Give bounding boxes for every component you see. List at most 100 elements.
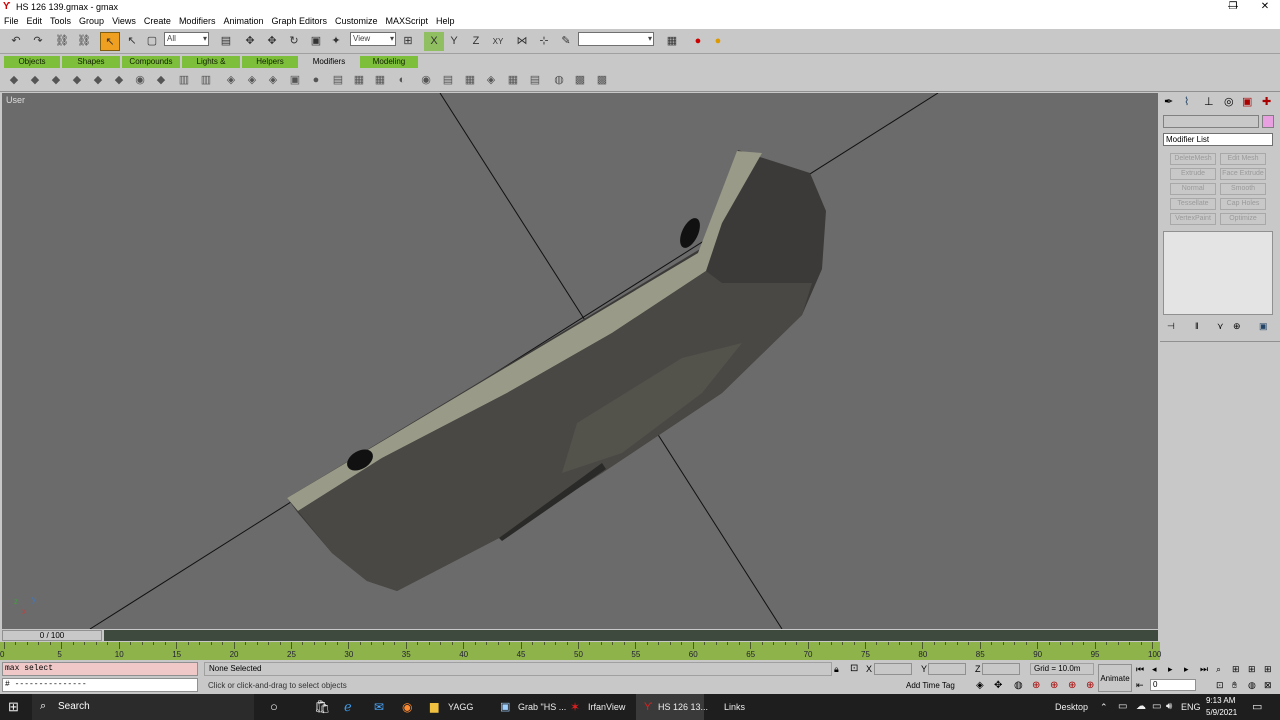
menu-create[interactable]: Create xyxy=(140,14,175,26)
restore-button[interactable]: ❐ xyxy=(1218,0,1248,14)
push-icon[interactable]: ◉ xyxy=(132,72,148,88)
material-mod-icon[interactable]: ▤ xyxy=(527,72,543,88)
menu-views[interactable]: Views xyxy=(108,14,140,26)
material-editor-icon[interactable]: ▦ xyxy=(662,32,682,51)
zoom-all-icon[interactable]: ⊕ xyxy=(1068,680,1076,691)
viewport-user[interactable]: User y x z xyxy=(2,93,1158,629)
zoom-icon[interactable]: ⌕ xyxy=(1216,664,1221,675)
tab-shapes[interactable]: Shapes xyxy=(62,56,120,68)
utilities-tab-icon[interactable]: ✚ xyxy=(1262,95,1271,108)
checker-icon[interactable]: ▩ xyxy=(572,72,588,88)
tab-modifiers[interactable]: Modifiers xyxy=(300,56,358,68)
make-unique-icon[interactable]: ⋎ xyxy=(1217,321,1224,332)
grab-app-icon[interactable]: ▣ xyxy=(500,694,510,720)
model-shoe-mesh[interactable] xyxy=(287,150,826,591)
manipulate-icon[interactable]: ✦ xyxy=(326,32,346,51)
menu-customize[interactable]: Customize xyxy=(331,14,382,26)
configure-sets-icon[interactable]: ▣ xyxy=(1259,321,1268,332)
menu-file[interactable]: File xyxy=(0,14,23,26)
menu-graph-editors[interactable]: Graph Editors xyxy=(267,14,331,26)
next-frame-icon[interactable]: ▸ xyxy=(1184,664,1189,675)
menu-maxscript[interactable]: MAXScript xyxy=(382,14,433,26)
object-color-swatch[interactable] xyxy=(1262,115,1274,128)
mail-icon[interactable]: ✉ xyxy=(374,694,384,720)
deletemesh-button[interactable]: DeleteMesh xyxy=(1170,153,1216,165)
restrict-x-icon[interactable]: X xyxy=(424,32,444,51)
taskbar-app-gmax[interactable]: HS 126 13... xyxy=(658,694,708,720)
poly-select-icon[interactable]: ◈ xyxy=(483,72,499,88)
select-move-icon[interactable]: ✥ xyxy=(240,32,260,51)
tab-modeling[interactable]: Modeling xyxy=(360,56,418,68)
firefox-icon[interactable]: ◉ xyxy=(402,694,412,720)
named-selection-dropdown[interactable] xyxy=(578,32,654,46)
tab-compounds[interactable]: Compounds xyxy=(122,56,180,68)
align-icon[interactable]: ⊹ xyxy=(534,32,554,51)
zoom-extents-selected-icon[interactable]: ⊞ xyxy=(1264,664,1272,675)
select-move-alt-icon[interactable]: ✥ xyxy=(262,32,282,51)
menu-modifiers[interactable]: Modifiers xyxy=(175,14,220,26)
taskbar-app-irfanview[interactable]: IrfanView xyxy=(588,694,625,720)
x-coord-field[interactable] xyxy=(874,663,912,675)
twist-icon[interactable]: ◆ xyxy=(48,72,64,88)
select-by-name-icon[interactable]: ↖ xyxy=(122,32,142,51)
tab-objects[interactable]: Objects xyxy=(4,56,60,68)
arc-rotate-icon[interactable]: ◍ xyxy=(1014,680,1023,691)
face-extrude-button[interactable]: Face Extrude xyxy=(1220,168,1266,180)
add-time-tag-button[interactable]: Add Time Tag xyxy=(906,681,955,690)
tab-lights-cameras[interactable]: Lights & Cameras xyxy=(182,56,240,78)
edge-icon[interactable]: ℯ xyxy=(344,694,352,720)
modifier-list-dropdown[interactable]: Modifier List xyxy=(1163,133,1273,146)
maxscript-listener-input[interactable]: # --------------- xyxy=(2,678,198,692)
lock-selection-icon[interactable]: 🔒︎ xyxy=(834,664,839,675)
key-mode-icon[interactable]: ◈ xyxy=(976,680,984,691)
select-by-name-list-icon[interactable]: ▤ xyxy=(216,32,236,51)
start-icon[interactable]: ⊞ xyxy=(8,694,19,720)
gmax-app-icon[interactable]: Ƴ xyxy=(644,694,653,720)
track-bar[interactable]: 0 5 10 15 20 25 30 35 40 45 50 55 60 65 70 75 80 85 90 95 10… xyxy=(0,642,1161,660)
modify-tab-icon[interactable]: ⌇ xyxy=(1184,95,1189,108)
tray-chevron-icon[interactable]: ⌃ xyxy=(1100,694,1108,720)
displace-icon[interactable]: ▦ xyxy=(351,72,367,88)
store-icon[interactable]: 🛍︎ xyxy=(314,694,331,720)
taskbar-app-grab[interactable]: Grab "HS ... xyxy=(518,694,566,720)
previous-frame-icon[interactable]: ◂ xyxy=(1152,664,1157,675)
select-rotate-icon[interactable]: ↻ xyxy=(284,32,304,51)
field-of-view-icon[interactable]: ⊕ xyxy=(1086,680,1094,691)
folder-icon[interactable]: ▆ xyxy=(430,694,438,720)
object-name-field[interactable] xyxy=(1163,115,1259,128)
affect-region-icon[interactable]: ▣ xyxy=(287,72,303,88)
taper-icon[interactable]: ◆ xyxy=(27,72,43,88)
display-tab-icon[interactable]: ▣ xyxy=(1242,95,1252,108)
snap-icon[interactable]: ✎ xyxy=(556,32,576,51)
zoom-extents-icon[interactable]: ⊕ xyxy=(1050,680,1058,691)
menu-edit[interactable]: Edit xyxy=(23,14,47,26)
restrict-z-icon[interactable]: Z xyxy=(466,32,486,51)
show-end-result-icon[interactable]: ‖ xyxy=(1195,321,1199,331)
taskbar-links[interactable]: Links xyxy=(724,694,745,720)
mirror-icon[interactable]: ⋈ xyxy=(512,32,532,51)
select-object-icon[interactable]: ↖ xyxy=(100,32,120,51)
pan-icon[interactable]: ✋︎ xyxy=(1232,680,1237,691)
sync-icon[interactable]: ☁ xyxy=(1136,694,1146,720)
bend-icon[interactable]: ◆ xyxy=(6,72,22,88)
taskbar-app-yagg[interactable]: YAGG xyxy=(448,694,473,720)
time-track[interactable] xyxy=(104,630,1158,641)
selection-filter-dropdown[interactable]: All xyxy=(164,32,209,46)
menu-tools[interactable]: Tools xyxy=(46,14,75,26)
network-icon[interactable]: ▭ xyxy=(1118,694,1127,720)
maxscript-listener-output[interactable]: max select xyxy=(2,662,198,676)
stretch-icon[interactable]: ◆ xyxy=(90,72,106,88)
taskbar-desktop[interactable]: Desktop xyxy=(1055,694,1088,720)
pivot-center-icon[interactable]: ⊞ xyxy=(398,32,418,51)
display-icon[interactable]: ▭ xyxy=(1152,694,1161,720)
uvw-map-icon[interactable]: ◉ xyxy=(418,72,434,88)
restrict-plane-icon[interactable]: XY xyxy=(488,32,508,51)
wave-icon[interactable]: ▥ xyxy=(198,72,214,88)
smooth-button[interactable]: Smooth xyxy=(1220,183,1266,195)
task-view-icon[interactable]: ○ xyxy=(270,694,278,720)
maximize-viewport-icon[interactable]: ⊠ xyxy=(1264,680,1272,691)
play-icon[interactable]: ▸ xyxy=(1168,664,1173,675)
lattice-icon[interactable]: ● xyxy=(308,72,324,88)
tessellate-button[interactable]: Tessellate xyxy=(1170,198,1216,210)
ripple-icon[interactable]: ▥ xyxy=(176,72,192,88)
